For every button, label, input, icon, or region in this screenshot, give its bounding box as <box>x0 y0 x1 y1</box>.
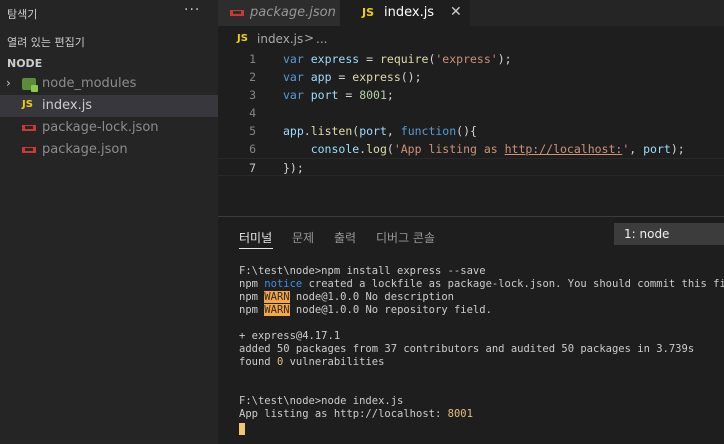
terminal-select-value: 1: node <box>624 227 670 241</box>
tree-item-node-modules[interactable]: › node_modules <box>0 73 218 95</box>
close-icon[interactable]: ✕ <box>450 4 462 20</box>
code-text: app.listen(port, function(){ <box>283 124 477 138</box>
terminal-cursor <box>239 423 245 435</box>
breadcrumb-more[interactable]: ... <box>316 32 327 46</box>
line-number: 5 <box>249 124 256 138</box>
breadcrumb: JS index.js > ... <box>218 30 724 50</box>
terminal-line: F:\test\node>npm install express --save <box>239 265 486 277</box>
explorer-title: 탐색기 <box>7 8 38 21</box>
explorer-header: 탐색기 ··· <box>0 0 218 26</box>
npm-file-icon <box>22 125 36 131</box>
tree-item-label: package.json <box>42 142 128 157</box>
tab-package-json[interactable]: package.json <box>218 0 340 26</box>
code-text: var express = require('express'); <box>283 52 512 66</box>
tab-debug-console[interactable]: 디버그 콘솔 <box>376 229 435 246</box>
terminal-line: added 50 packages from 37 contributors a… <box>239 343 695 355</box>
terminal-select[interactable]: 1: node <box>614 223 724 245</box>
chevron-right-icon: › <box>6 76 11 90</box>
code-line: 1 var express = require('express'); <box>218 50 724 68</box>
editor-tabbar: package.json JS index.js ✕ <box>218 0 724 26</box>
tree-item-label: index.js <box>42 98 93 113</box>
terminal-line: npm WARN node@1.0.0 No description <box>239 291 454 303</box>
line-number: 6 <box>249 142 256 156</box>
line-number: 3 <box>249 88 256 102</box>
terminal-line: F:\test\node>node index.js <box>239 395 404 407</box>
node-folder-icon <box>22 78 38 92</box>
npm-file-icon <box>230 10 244 16</box>
js-file-icon: JS <box>237 33 248 44</box>
tab-problems[interactable]: 문제 <box>292 229 314 246</box>
open-editors-section[interactable]: 열려 있는 편집기 <box>7 34 85 50</box>
tree-item-package-json[interactable]: package.json <box>0 139 218 161</box>
line-number: 1 <box>249 52 256 66</box>
breadcrumb-separator: > <box>304 31 315 45</box>
terminal-line: npm WARN node@1.0.0 No repository field. <box>239 304 492 316</box>
tree-item-package-lock-json[interactable]: package-lock.json <box>0 117 218 139</box>
code-line: 2 var app = express(); <box>218 68 724 86</box>
tab-index-js[interactable]: JS index.js ✕ <box>340 0 470 26</box>
more-actions-icon[interactable]: ··· <box>184 2 200 18</box>
tree-item-index-js[interactable]: JS index.js <box>0 95 218 117</box>
line-number: 2 <box>249 70 256 84</box>
tree-item-label: package-lock.json <box>42 120 159 135</box>
line-number: 4 <box>249 106 256 120</box>
line-number: 7 <box>249 161 256 175</box>
tab-output[interactable]: 출력 <box>334 229 356 246</box>
breadcrumb-file[interactable]: index.js <box>257 32 303 46</box>
js-file-icon: JS <box>22 99 33 110</box>
terminal-line: found 0 vulnerabilities <box>239 356 385 368</box>
npm-file-icon <box>22 147 36 153</box>
code-line-current: 7 }); <box>218 158 724 176</box>
tab-label: package.json <box>250 5 336 20</box>
terminal-panel: 터미널 문제 출력 디버그 콘솔 1: node F:\test\node>np… <box>218 216 724 444</box>
explorer-sidebar: 탐색기 ··· 열려 있는 편집기 NODE › node_modules JS… <box>0 0 218 444</box>
code-text: console.log('App listing as http://local… <box>310 142 685 156</box>
terminal-line: + express@4.17.1 <box>239 330 341 342</box>
js-file-icon: JS <box>362 6 375 19</box>
terminal-line: npm notice created a lockfile as package… <box>239 278 724 290</box>
code-line: 6 console.log('App listing as http://loc… <box>218 140 724 158</box>
tab-label: index.js <box>384 5 435 20</box>
code-line: 4 <box>218 104 724 122</box>
tab-terminal[interactable]: 터미널 <box>239 229 272 246</box>
terminal-line: App listing as http://localhost: 8001 <box>239 408 473 420</box>
active-tab-indicator <box>239 248 273 249</box>
code-text: var app = express(); <box>283 70 422 84</box>
tree-item-label: node_modules <box>42 76 137 91</box>
code-line: 5 app.listen(port, function(){ <box>218 122 724 140</box>
code-editor[interactable]: 1 var express = require('express'); 2 va… <box>218 50 724 218</box>
code-text: }); <box>283 161 304 175</box>
code-line: 3 var port = 8001; <box>218 86 724 104</box>
code-text: var port = 8001; <box>283 88 394 102</box>
folder-section-node[interactable]: NODE <box>7 57 42 70</box>
